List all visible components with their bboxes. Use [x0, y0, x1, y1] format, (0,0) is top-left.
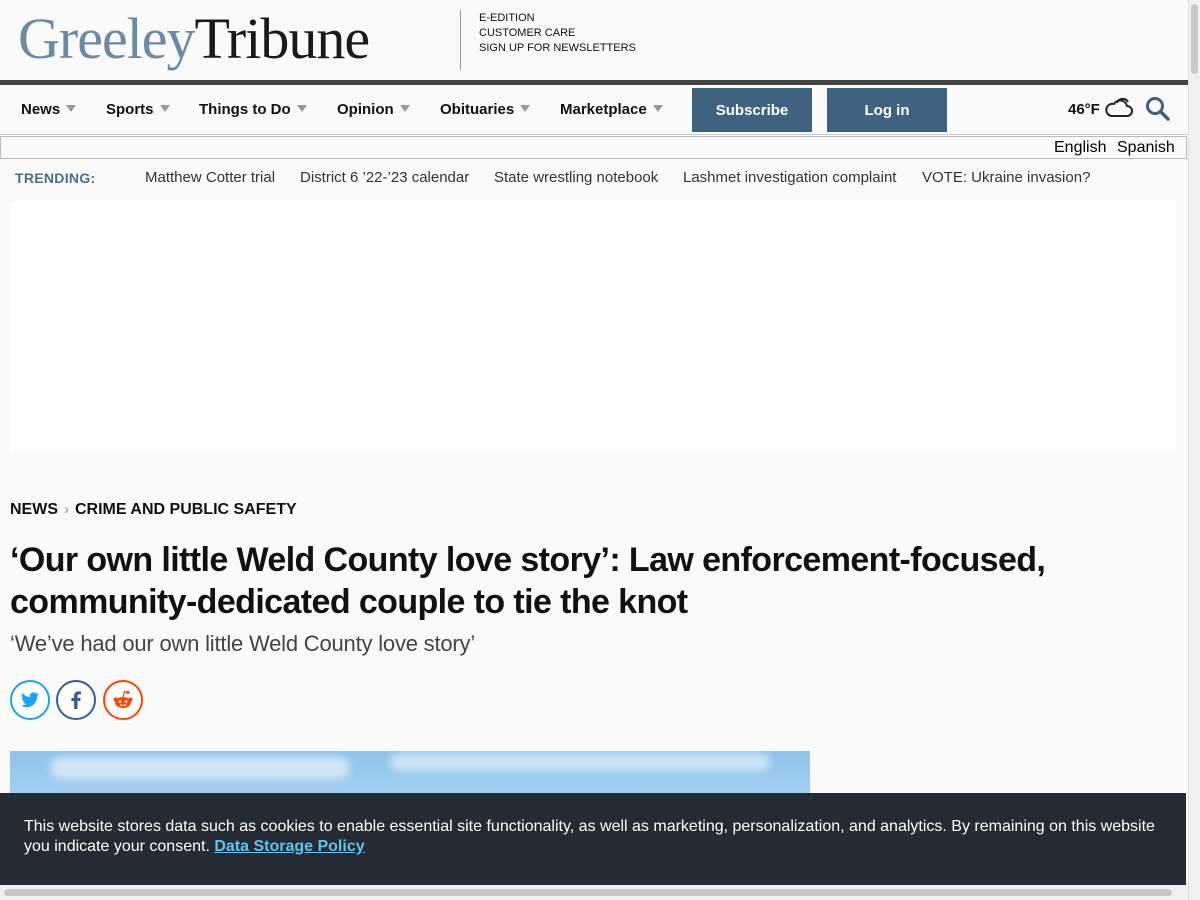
cookie-banner: This website stores data such as cookies…: [0, 793, 1186, 885]
nav-item-marketplace[interactable]: Marketplace: [560, 101, 663, 118]
trending-link[interactable]: Matthew Cotter trial: [145, 169, 275, 186]
cloud-shape: [50, 757, 350, 779]
breadcrumb-news[interactable]: NEWS: [10, 501, 58, 518]
language-spanish[interactable]: Spanish: [1117, 139, 1175, 157]
nav-item-things-to-do[interactable]: Things to Do: [199, 101, 307, 118]
masthead: GreeleyTribune E-EDITION CUSTOMER CARE S…: [0, 0, 1188, 80]
chevron-down-icon: [296, 105, 307, 112]
chevron-down-icon: [520, 105, 531, 112]
vertical-scrollbar[interactable]: [1188, 0, 1200, 900]
trending-bar: TRENDING: Matthew Cotter trial District …: [0, 160, 1188, 196]
search-icon[interactable]: [1145, 96, 1171, 122]
cloud-shape: [390, 753, 770, 771]
trending-label: TRENDING:: [15, 170, 96, 186]
site-logo[interactable]: GreeleyTribune: [18, 6, 371, 71]
trending-link[interactable]: District 6 ’22-’23 calendar: [300, 169, 469, 186]
nav-label: Things to Do: [199, 101, 291, 118]
nav-item-obituaries[interactable]: Obituaries: [440, 101, 531, 118]
logo-tribune: Tribune: [194, 6, 371, 71]
chevron-down-icon: [652, 105, 663, 112]
weather-temperature: 46°F: [1068, 101, 1100, 118]
login-button[interactable]: Log in: [827, 88, 947, 132]
horizontal-scrollbar-thumb[interactable]: [4, 889, 1172, 896]
twitter-icon: [21, 692, 39, 708]
nav-item-news[interactable]: News: [21, 101, 77, 118]
e-edition-link[interactable]: E-EDITION: [479, 11, 636, 26]
chevron-right-icon: ›: [64, 501, 69, 518]
nav-label: Opinion: [337, 101, 394, 118]
share-facebook-button[interactable]: [56, 680, 96, 720]
main-nav: News Sports Things to Do Opinion Obituar…: [0, 85, 1188, 135]
language-bar: English Spanish: [0, 136, 1187, 159]
nav-item-opinion[interactable]: Opinion: [337, 101, 410, 118]
language-english[interactable]: English: [1054, 139, 1106, 157]
nav-item-sports[interactable]: Sports: [106, 101, 170, 118]
nav-label: News: [21, 101, 61, 118]
nav-label: Marketplace: [560, 101, 647, 118]
chevron-down-icon: [66, 105, 77, 112]
trending-link[interactable]: State wrestling notebook: [494, 169, 658, 186]
facebook-icon: [71, 691, 81, 709]
cookie-message: This website stores data such as cookies…: [24, 817, 1174, 857]
newsletter-signup-link[interactable]: SIGN UP FOR NEWSLETTERS: [479, 41, 636, 56]
trending-link[interactable]: Lashmet investigation complaint: [683, 169, 896, 186]
breadcrumb-crime-public-safety[interactable]: CRIME AND PUBLIC SAFETY: [75, 501, 297, 518]
share-reddit-button[interactable]: [103, 680, 143, 720]
nav-label: Sports: [106, 101, 154, 118]
data-storage-policy-link[interactable]: Data Storage Policy: [214, 838, 364, 855]
logo-greeley: Greeley: [18, 6, 196, 71]
top-links: E-EDITION CUSTOMER CARE SIGN UP FOR NEWS…: [479, 11, 636, 56]
subscribe-button[interactable]: Subscribe: [692, 88, 812, 132]
reddit-icon: [113, 690, 133, 708]
customer-care-link[interactable]: CUSTOMER CARE: [479, 26, 636, 41]
vertical-scrollbar-thumb[interactable]: [1191, 4, 1198, 74]
breadcrumb: NEWS › CRIME AND PUBLIC SAFETY: [10, 501, 297, 519]
horizontal-scrollbar[interactable]: [0, 885, 1188, 900]
ad-slot: [10, 202, 1176, 452]
article-subhead: ‘We’ve had our own little Weld County lo…: [10, 631, 476, 656]
chevron-down-icon: [159, 105, 170, 112]
chevron-down-icon: [399, 105, 410, 112]
nav-label: Obituaries: [440, 101, 515, 118]
article-headline: ‘Our own little Weld County love story’:…: [10, 541, 1046, 621]
header-divider: [460, 10, 461, 70]
cookie-text: This website stores data such as cookies…: [24, 818, 1155, 855]
cloud-icon: [1105, 97, 1133, 117]
share-twitter-button[interactable]: [10, 680, 50, 720]
trending-link[interactable]: VOTE: Ukraine invasion?: [922, 169, 1090, 186]
